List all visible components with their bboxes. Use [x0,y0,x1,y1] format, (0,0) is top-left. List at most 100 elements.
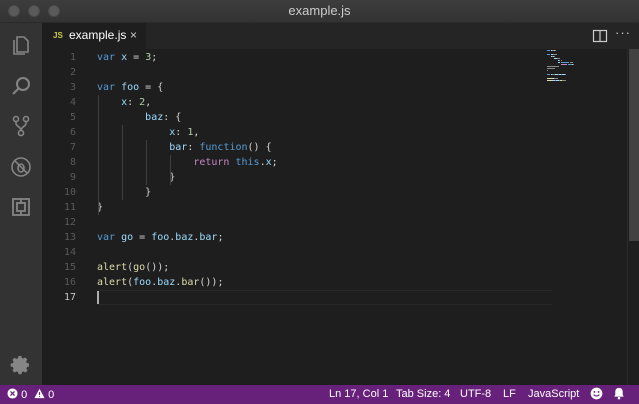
code-line: x: 2, [97,95,151,110]
source-control-icon[interactable] [9,114,33,138]
extensions-icon[interactable] [9,195,33,219]
line-number: 17 [63,292,76,303]
explorer-icon[interactable] [9,33,33,57]
language-mode[interactable]: JavaScript [528,388,579,400]
split-editor-icon[interactable] [592,28,608,44]
line-number: 12 [63,217,76,228]
scrollbar-thumb[interactable] [629,49,639,241]
tab-label: example.js [69,28,127,42]
code-line: } [97,170,175,185]
code-token: bar [181,277,200,288]
errors-indicator[interactable]: 0 [7,388,27,401]
code-token: ; [271,157,278,168]
code-line: x: 1, [97,125,199,140]
line-number: 11 [63,202,76,213]
minimap[interactable] [547,49,627,385]
code-token: : [127,97,140,108]
code-token: var [97,82,116,93]
code-line: var foo = { [97,80,163,95]
code-token: ()); [199,277,224,288]
debug-icon[interactable] [9,155,33,179]
javascript-file-icon: JS [53,31,63,40]
line-number: 16 [63,277,76,288]
indent-guide [122,125,124,200]
current-line-highlight [97,290,552,305]
window-title: example.js [288,3,351,18]
code-token: () { [247,142,272,153]
warning-icon [34,388,45,399]
tab-example-js[interactable]: JS example.js × [42,23,146,49]
status-bar: 0 0 Ln 17, Col 1 Tab Size: 4 UTF-8 LF Ja… [0,385,639,404]
line-number: 15 [63,262,76,273]
code-token: var [97,232,116,243]
code-token: ; [217,232,224,243]
code-line: alert(foo.baz.bar()); [97,275,223,290]
minimap-mark [547,70,548,71]
minimap-mark [562,80,566,81]
title-bar: example.js [0,0,639,23]
text-cursor [97,291,99,304]
minimap-mark [547,66,559,67]
minimap-mark [561,64,567,65]
notifications-bell-icon[interactable] [613,387,625,403]
code-line: var x = 3; [97,50,157,65]
vertical-scrollbar[interactable] [627,49,639,385]
settings-gear-icon[interactable] [9,353,33,377]
line-number: 10 [63,187,76,198]
minimap-mark [565,74,566,75]
code-line: } [97,185,151,200]
tab-size[interactable]: Tab Size: 4 [396,388,450,400]
code-line: bar: function() { [97,140,272,155]
line-number: 14 [63,247,76,258]
code-line: return this.x; [97,155,278,170]
encoding[interactable]: UTF-8 [460,388,491,400]
minimap-mark [554,56,556,57]
more-actions-icon[interactable]: ··· [615,25,631,40]
minimap-mark [553,54,557,55]
feedback-smiley-icon[interactable] [590,387,603,403]
code-token: } [97,187,152,198]
code-token: bar [169,142,188,153]
error-icon [7,388,18,399]
line-number: 6 [69,127,76,138]
warnings-indicator[interactable]: 0 [34,388,54,401]
end-of-line[interactable]: LF [503,388,516,400]
minimap-mark [547,74,550,75]
code-token: alert [97,262,128,273]
code-editor[interactable]: 1 2 3 4 5 6 7 8 9 10 11 12 13 14 15 16 17 var x = 3; var … [42,49,639,385]
code-token: foo [151,232,170,243]
close-tab-icon[interactable]: × [130,28,137,42]
cursor-position[interactable]: Ln 17, Col 1 [329,388,388,400]
search-icon[interactable] [9,74,33,98]
editor-window: example.js JS example.js × ··· 1 2 3 4 5… [0,0,639,404]
minimap-mark [562,62,570,63]
minimap-mark [555,50,557,51]
error-count: 0 [21,389,28,401]
line-number: 13 [63,232,76,243]
indent-guide [146,140,148,185]
minimap-mark [573,64,575,65]
line-number: 3 [69,82,76,93]
code-token: baz [175,232,194,243]
code-token: go [133,262,146,273]
minimap-mark [547,68,556,69]
code-token: baz [145,112,164,123]
code-token: bar [199,232,218,243]
code-token: = { [139,82,164,93]
code-token: , [145,97,152,108]
code-token: , [193,127,200,138]
minimap-mark [561,60,563,61]
minimap-mark [569,62,574,63]
tab-bar: JS example.js × ··· [42,23,639,49]
code-token: baz [157,277,176,288]
code-token: = [127,52,146,63]
line-number: 4 [69,97,76,108]
minimap-mark [547,54,550,55]
line-number: 1 [69,52,76,63]
line-number: 7 [69,142,76,153]
code-token: var [97,52,116,63]
minimap-mark [554,78,558,79]
